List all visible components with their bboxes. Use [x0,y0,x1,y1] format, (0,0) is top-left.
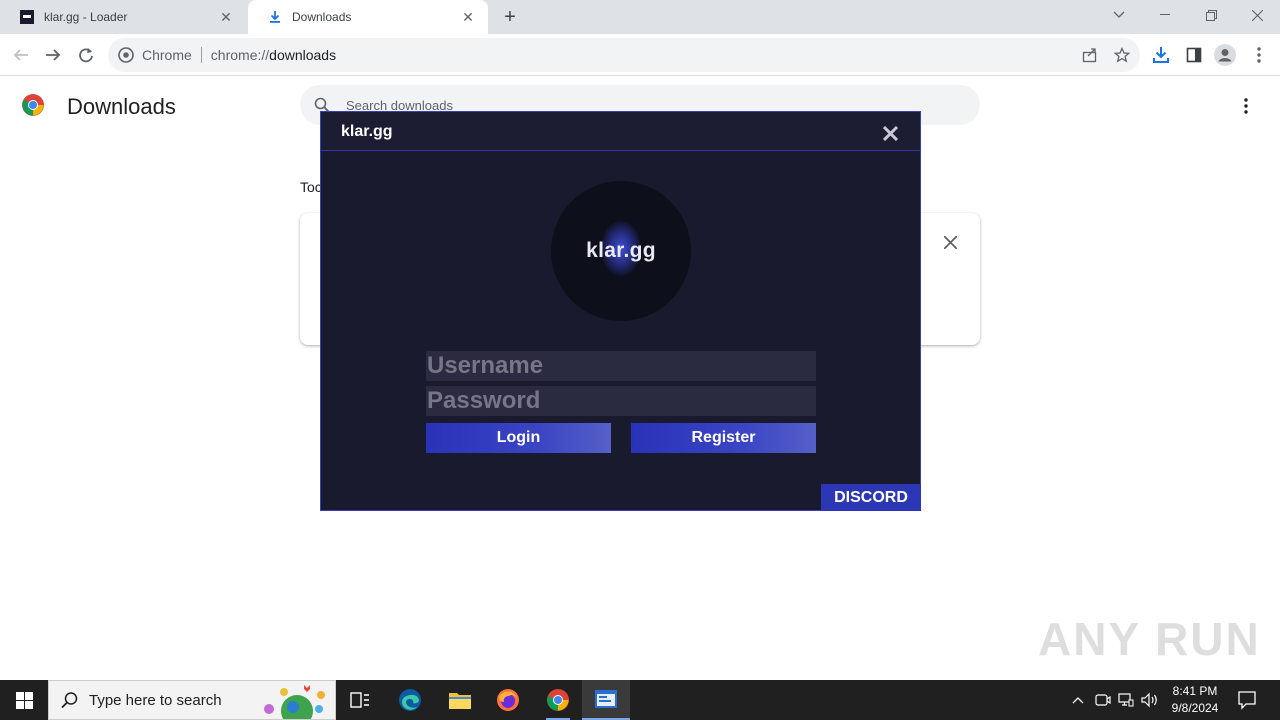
tab-downloads[interactable]: Downloads ✕ [248,0,488,34]
close-window-button[interactable] [1234,0,1280,30]
tab-close-icon[interactable]: ✕ [460,9,476,25]
meet-now-icon[interactable] [1093,690,1113,710]
profile-avatar-icon[interactable] [1214,44,1236,66]
chrome-taskbar-icon[interactable] [534,680,582,720]
site-chip: Chrome [142,47,192,63]
volume-icon[interactable] [1140,690,1160,710]
url-path: downloads [269,47,337,63]
loader-titlebar[interactable]: klar.gg [321,112,920,151]
clock-time: 8:41 PM [1172,684,1218,698]
system-clock[interactable]: 8:41 PM 9/8/2024 [1166,683,1224,717]
minimize-button[interactable] [1142,0,1188,30]
edge-browser-icon[interactable] [386,680,434,720]
logo-text: klar.gg [586,239,656,262]
tab-strip: klar.gg - Loader ✕ Downloads ✕ + [0,0,1280,34]
file-explorer-icon[interactable] [436,680,484,720]
discord-button[interactable]: DISCORD [821,484,921,511]
windows-taskbar: Type here to search 8:41 PM 9/8/2024 [0,680,1280,720]
tray-overflow-chevron-icon[interactable] [1068,690,1088,710]
windows-start-button[interactable] [0,680,48,720]
klar-favicon-icon [20,10,34,24]
login-button[interactable]: Login [426,423,611,453]
restore-button[interactable] [1188,0,1234,30]
page-title: Downloads [67,94,176,119]
task-view-icon[interactable] [336,680,384,720]
tab-search-chevron-icon[interactable] [1096,0,1142,30]
chrome-logo-icon [21,93,45,117]
reload-button[interactable] [73,42,99,68]
downloads-more-menu-icon[interactable] [1238,96,1254,116]
tab-title: klar.gg - Loader [44,10,128,24]
url-scheme: chrome:// [210,47,270,63]
register-button[interactable]: Register [631,423,816,453]
firefox-icon[interactable] [484,680,532,720]
taskbar-search-placeholder: Type here to search [89,691,222,709]
download-icon [268,10,282,24]
forward-button[interactable] [40,42,66,68]
share-icon[interactable] [1079,44,1101,66]
loader-title: klar.gg [341,123,393,140]
remove-download-icon[interactable] [940,232,960,252]
search-icon [61,691,79,709]
close-icon[interactable] [879,122,901,144]
side-panel-icon[interactable] [1183,44,1205,66]
browser-toolbar: Chrome chrome:// downloads [0,34,1280,76]
network-icon[interactable] [1116,690,1136,710]
tab-title: Downloads [292,10,352,24]
klar-logo: klar.gg [551,181,691,321]
taskbar-search-box[interactable]: Type here to search [48,680,336,720]
username-field[interactable] [426,351,816,381]
omnibox-separator [200,47,202,63]
bookmark-star-icon[interactable] [1111,44,1133,66]
klar-loader-window: klar.gg klar.gg Login Register DISCORD [320,111,921,511]
tab-close-icon[interactable]: ✕ [218,9,234,25]
notification-center-icon[interactable] [1236,689,1258,711]
klar-loader-taskbar-icon[interactable] [582,680,630,720]
search-highlight-globe-icon [259,683,329,720]
downloads-toolbar-icon[interactable] [1150,44,1172,66]
new-tab-button[interactable]: + [498,5,522,29]
clock-date: 9/8/2024 [1171,701,1219,715]
tab-klar-loader[interactable]: klar.gg - Loader ✕ [0,0,246,34]
chrome-site-icon [118,47,134,63]
password-field[interactable] [426,386,816,416]
chrome-menu-icon[interactable] [1248,44,1270,66]
date-header: Toc [300,179,322,195]
address-bar[interactable]: Chrome chrome:// downloads [108,38,1140,72]
anyrun-watermark: ANY RUN [1038,613,1261,665]
back-button[interactable] [8,42,34,68]
